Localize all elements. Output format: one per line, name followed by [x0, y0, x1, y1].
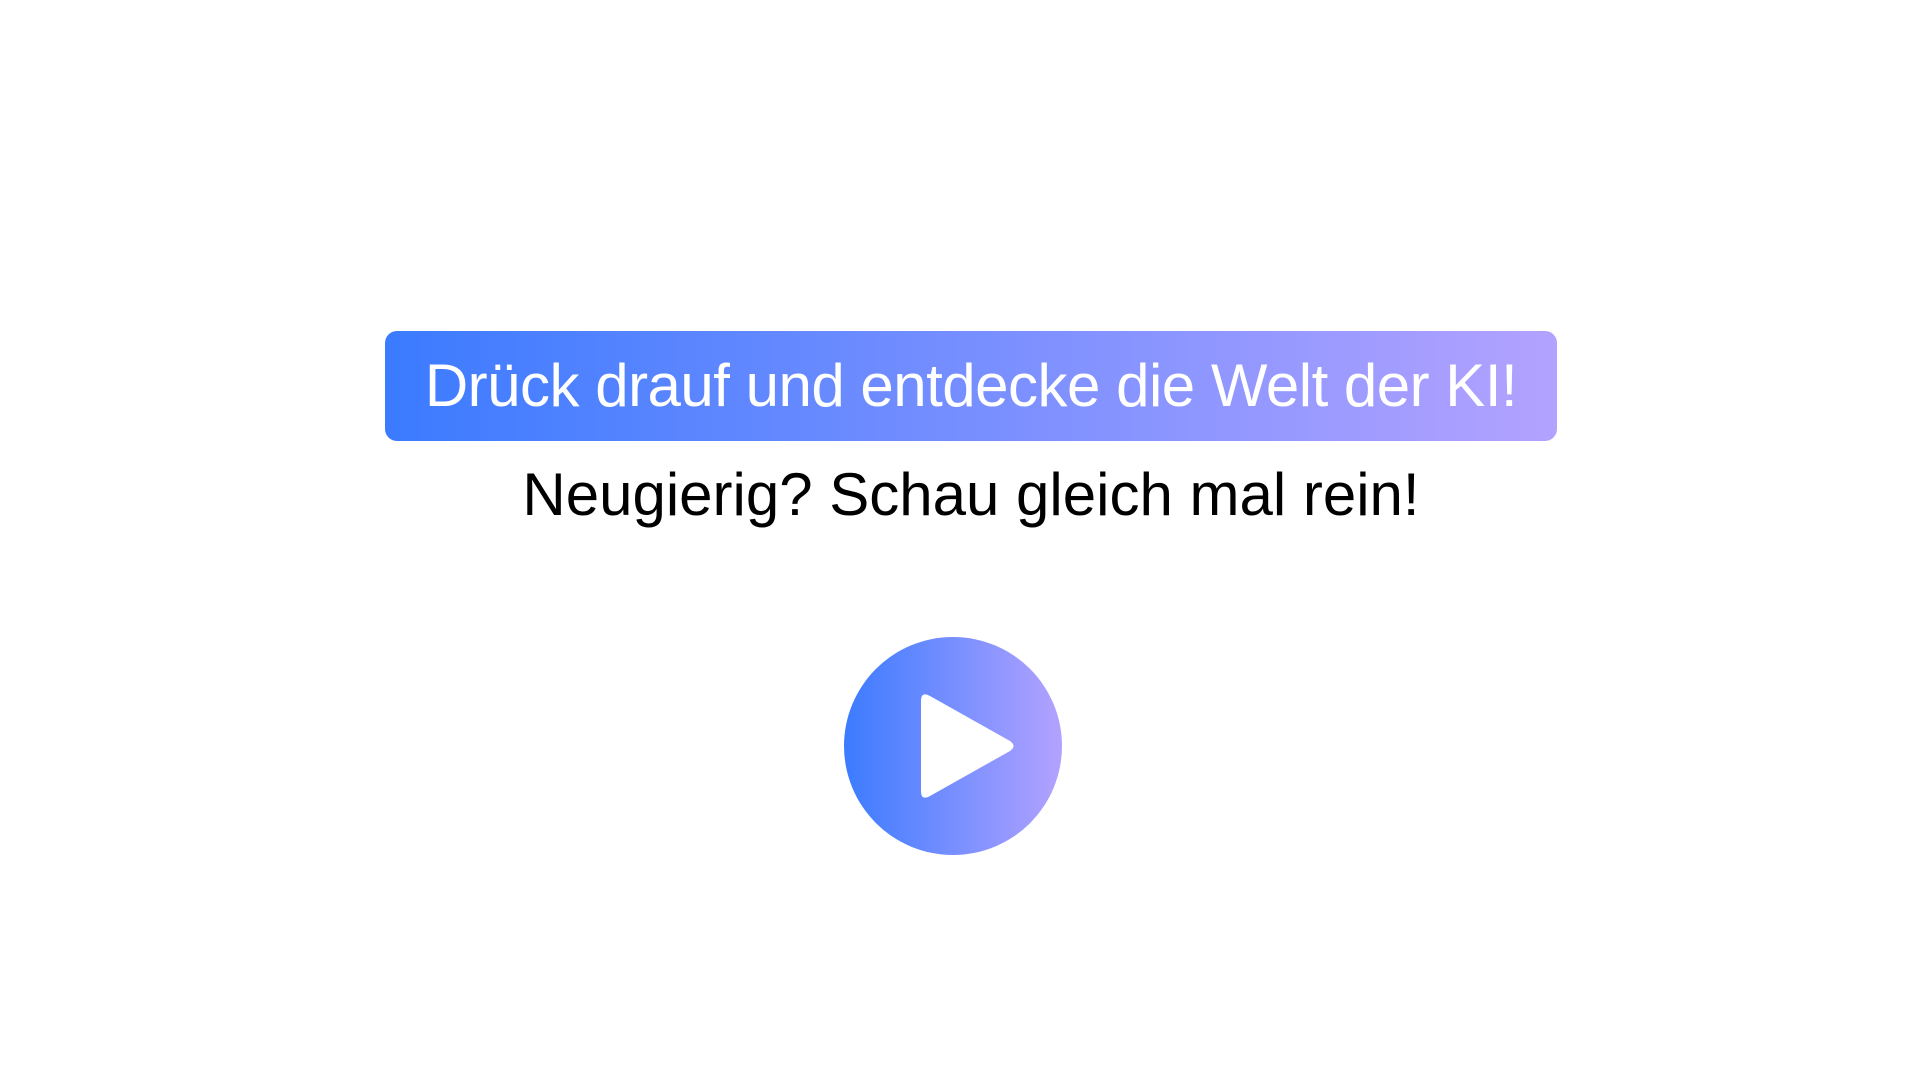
page: Drück drauf und entdecke die Welt der KI… — [0, 0, 1921, 1081]
headline-text: Drück drauf und entdecke die Welt der KI… — [424, 352, 1518, 419]
play-button-graphic — [844, 637, 1062, 855]
play-button[interactable] — [844, 637, 1062, 855]
subline-text: Neugierig? Schau gleich mal rein! — [522, 461, 1420, 528]
headline-banner: Drück drauf und entdecke die Welt der KI… — [385, 331, 1557, 441]
